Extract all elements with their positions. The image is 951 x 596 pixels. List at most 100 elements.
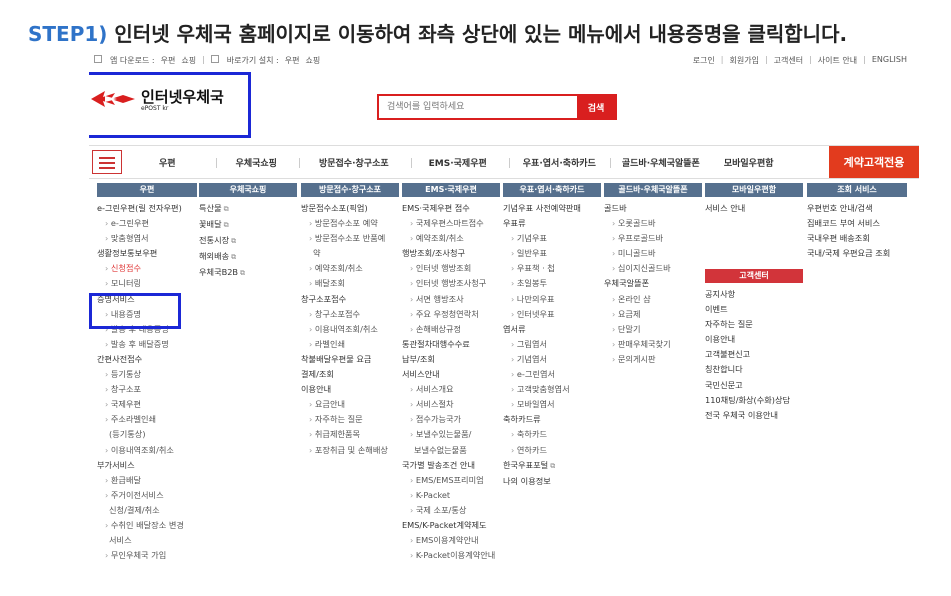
shortcut-post-link[interactable]: 우편 [285,55,300,66]
menu-item-col7b-6[interactable]: 국민신문고 [705,378,803,393]
menu-item-col5-1[interactable]: 우표류 [503,216,601,231]
menu-item-col4-15[interactable]: 보낼수있는물품/ [402,427,500,442]
english-link[interactable]: ENGLISH [872,55,907,66]
menu-item-col3-6[interactable]: 창구소포접수 [301,292,399,307]
menu-item-col4-13[interactable]: 서비스절차 [402,397,500,412]
app-post-link[interactable]: 우편 [161,55,176,66]
menu-item-col7b-4[interactable]: 고객불편신고 [705,347,803,362]
menu-item-col5-3[interactable]: 일반우표 [503,246,601,261]
menu-item-col6-5[interactable]: 우체국알뜰폰 [604,276,702,291]
nav-shopping[interactable]: 우체국쇼핑 [215,156,299,169]
menu-item-col3-4[interactable]: 예약조회/취소 [301,261,399,276]
menu-item-col5-10[interactable]: 기념엽서 [503,352,601,367]
nav-post[interactable]: 우편 [129,156,216,169]
search-input[interactable] [379,96,577,118]
menu-item-col3-2[interactable]: 방문접수소포 반품예 [301,231,399,246]
menu-item-col3-12[interactable]: 이용안내 [301,382,399,397]
menu-item-col1-20[interactable]: 신청/결제/취소 [97,503,197,518]
menu-item-col4-6[interactable]: 서면 행방조사 [402,292,500,307]
menu-item-col5-16[interactable]: 연하카드 [503,443,601,458]
menu-item-col4-9[interactable]: 통관절차대행수수료 [402,337,500,352]
menu-item-col4-7[interactable]: 주요 우정청연락처 [402,307,500,322]
menu-item-col4-22[interactable]: EMS이용계약안내 [402,533,500,548]
menu-item-col6-6[interactable]: 온라인 샵 [604,292,702,307]
menu-item-col5-9[interactable]: 그림엽서 [503,337,601,352]
menu-item-col1-10[interactable]: 간편사전접수 [97,352,197,367]
menu-item-col5-12[interactable]: 고객맞춤형엽서 [503,382,601,397]
menu-item-col6-2[interactable]: 우프로골드바 [604,231,702,246]
menu-item-col1-5[interactable]: 모니터링 [97,276,197,291]
menu-item-col3-11[interactable]: 결제/조회 [301,367,399,382]
menu-item-col5-8[interactable]: 엽서류 [503,322,601,337]
menu-header-col4[interactable]: EMS·국제우편 [402,183,500,197]
menu-item-col2-1[interactable]: 꽃배달 ⧉ [199,217,297,233]
menu-item-col3-14[interactable]: 자주하는 질문 [301,412,399,427]
menu-item-col1-14[interactable]: 주소라벨인쇄 [97,412,197,427]
corporate-customer-button[interactable]: 계약고객전용 [829,146,919,178]
menu-item-col7b-0[interactable]: 공지사항 [705,287,803,302]
menu-item-col4-14[interactable]: 접수가능국가 [402,412,500,427]
menu-item-col1-17[interactable]: 부가서비스 [97,458,197,473]
menu-item-col6-1[interactable]: 오롯골드바 [604,216,702,231]
menu-item-col3-8[interactable]: 이용내역조회/취소 [301,322,399,337]
menu-item-col8-2[interactable]: 국내우편 배송조회 [807,231,907,246]
menu-item-col3-16[interactable]: 포장취급 및 손해배상 [301,443,399,458]
menu-item-col5-4[interactable]: 우표책 · 첩 [503,261,601,276]
menu-item-col4-8[interactable]: 손해배상규정 [402,322,500,337]
menu-item-col2-3[interactable]: 해외배송 ⧉ [199,249,297,265]
menu-item-col7b-7[interactable]: 110채팅/화상(수화)상담 [705,393,803,408]
menu-item-col7b-3[interactable]: 이용안내 [705,332,803,347]
menu-item-col3-10[interactable]: 착불배달우편물 요금 [301,352,399,367]
menu-item-col4-12[interactable]: 서비스개요 [402,382,500,397]
menu-item-col4-3[interactable]: 행방조회/조사청구 [402,246,500,261]
nav-stamps[interactable]: 우표·엽서·축하카드 [508,156,610,169]
nav-ems[interactable]: EMS·국제우편 [410,156,509,169]
menu-item-col8-3[interactable]: 국내/국제 우편요금 조회 [807,246,907,261]
search-button[interactable]: 검색 [577,96,615,118]
app-shop-link[interactable]: 쇼핑 [181,55,196,66]
menu-item-col1-15[interactable]: (등기통상) [97,427,197,442]
login-link[interactable]: 로그인 [693,55,715,66]
menu-header-col1[interactable]: 우편 [97,183,197,197]
menu-item-col1-1[interactable]: e-그린우편 [97,216,197,231]
menu-item-col8-1[interactable]: 집배코드 부여 서비스 [807,216,907,231]
menu-item-col1-4[interactable]: 신청접수 [97,261,197,276]
menu-item-col1-22[interactable]: 서비스 [97,533,197,548]
menu-item-col7b-1[interactable]: 이벤트 [705,302,803,317]
menu-item-col2-4[interactable]: 우체국B2B ⧉ [199,265,297,281]
menu-item-col4-18[interactable]: EMS/EMS프리미엄 [402,473,500,488]
menu-header-col8[interactable]: 조회 서비스 [807,183,907,197]
menu-item-col3-0[interactable]: 방문접수소포(픽업) [301,201,399,216]
menu-item-col4-20[interactable]: 국제 소포/통상 [402,503,500,518]
menu-item-col7b-2[interactable]: 자주하는 질문 [705,317,803,332]
menu-item-col6-7[interactable]: 요금제 [604,307,702,322]
menu-item-col7b-8[interactable]: 전국 우체국 이용안내 [705,408,803,423]
menu-header-col6[interactable]: 골드바·우체국알뜰폰 [604,183,702,197]
menu-item-col4-5[interactable]: 인터넷 행방조사청구 [402,276,500,291]
menu-item-col1-23[interactable]: 무인우체국 가입 [97,548,197,563]
menu-item-col4-23[interactable]: K-Packet이용계약안내 [402,548,500,563]
menu-item-col1-18[interactable]: 환급배달 [97,473,197,488]
menu-item-col4-21[interactable]: EMS/K-Packet계약제도 [402,518,500,533]
menu-item-col3-13[interactable]: 요금안내 [301,397,399,412]
menu-item-col5-11[interactable]: e-그린엽서 [503,367,601,382]
menu-item-col4-19[interactable]: K-Packet [402,488,500,503]
menu-item-col5-6[interactable]: 나만의우표 [503,292,601,307]
shortcut-shop-link[interactable]: 쇼핑 [305,55,320,66]
menu-item-col4-11[interactable]: 서비스안내 [402,367,500,382]
customer-center-link[interactable]: 고객센터 [774,55,803,66]
menu-item-col1-12[interactable]: 창구소포 [97,382,197,397]
menu-item-col5-14[interactable]: 축하카드류 [503,412,601,427]
menu-item-col4-10[interactable]: 납부/조회 [402,352,500,367]
menu-item-col6-8[interactable]: 단말기 [604,322,702,337]
menu-item-col2-2[interactable]: 전통시장 ⧉ [199,233,297,249]
menu-item-col3-3[interactable]: 약 [301,246,399,261]
nav-visit-pickup[interactable]: 방문접수·창구소포 [298,156,411,169]
menu-item-col7b-5[interactable]: 칭찬합니다 [705,362,803,377]
menu-item-col3-7[interactable]: 창구소포접수 [301,307,399,322]
menu-item-col4-16[interactable]: 보낼수없는물품 [402,443,500,458]
menu-item-col4-17[interactable]: 국가별 발송조건 안내 [402,458,500,473]
menu-item-col4-1[interactable]: 국제우편스마트접수 [402,216,500,231]
menu-item-col3-5[interactable]: 배달조회 [301,276,399,291]
menu-item-col1-19[interactable]: 주거이전서비스 [97,488,197,503]
